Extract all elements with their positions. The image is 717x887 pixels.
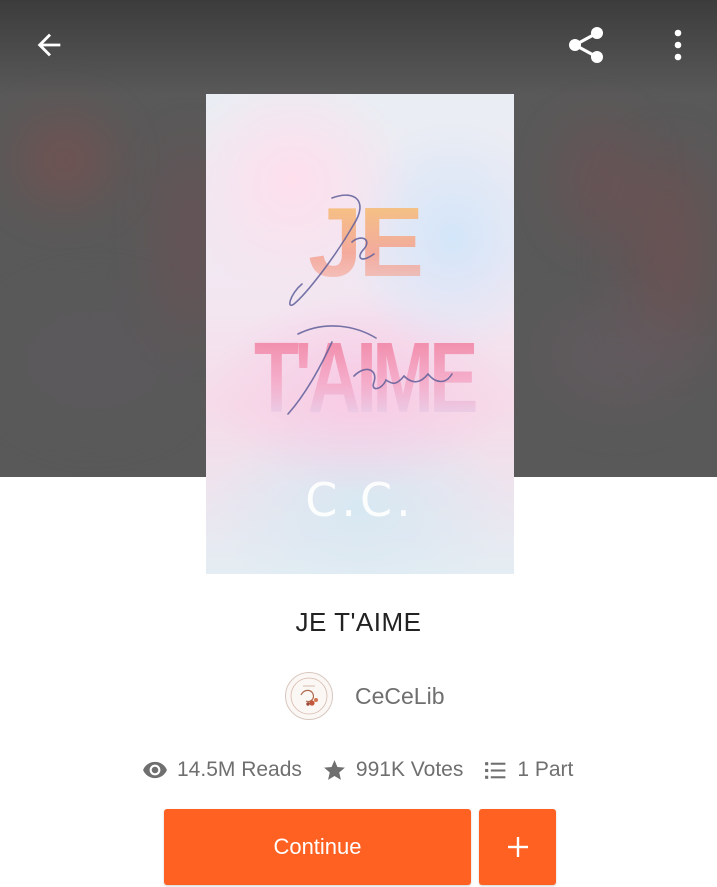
author-avatar[interactable]	[285, 672, 333, 720]
list-icon	[485, 761, 506, 779]
eye-icon	[143, 761, 167, 779]
parts-count: 1 Part	[517, 758, 574, 781]
story-details-screen: JE T'AIME C.C. JE T'AIME CeCeLib 14.5M R…	[0, 0, 717, 887]
cover-title-je: JE	[308, 187, 421, 297]
cover-author-initials: C.C.	[305, 473, 414, 527]
share-icon[interactable]	[562, 21, 610, 69]
continue-reading-button[interactable]: Continue	[164, 809, 471, 885]
parts-stat[interactable]: 1 Part	[483, 758, 573, 783]
story-title: JE T'AIME	[295, 607, 422, 637]
votes-count: 991K Votes	[355, 758, 464, 781]
plus-icon	[507, 837, 528, 857]
reads-stat: 14.5M Reads	[142, 757, 302, 783]
cover-title-taime: T'AIME	[254, 322, 476, 434]
star-icon	[323, 759, 345, 780]
more-vertical-icon[interactable]	[654, 21, 702, 69]
votes-stat: 991K Votes	[322, 758, 463, 783]
story-stats: 14.5M Reads 991K Votes 1 Part	[142, 754, 573, 786]
author-name[interactable]: CeCeLib	[355, 683, 445, 710]
book-cover[interactable]: JE T'AIME C.C.	[206, 94, 514, 574]
continue-button-label: Continue	[273, 834, 362, 859]
add-to-library-button[interactable]	[479, 809, 556, 885]
reads-count: 14.5M Reads	[177, 758, 302, 781]
back-arrow-icon[interactable]	[25, 21, 73, 69]
author-row[interactable]: CeCeLib	[285, 672, 445, 720]
